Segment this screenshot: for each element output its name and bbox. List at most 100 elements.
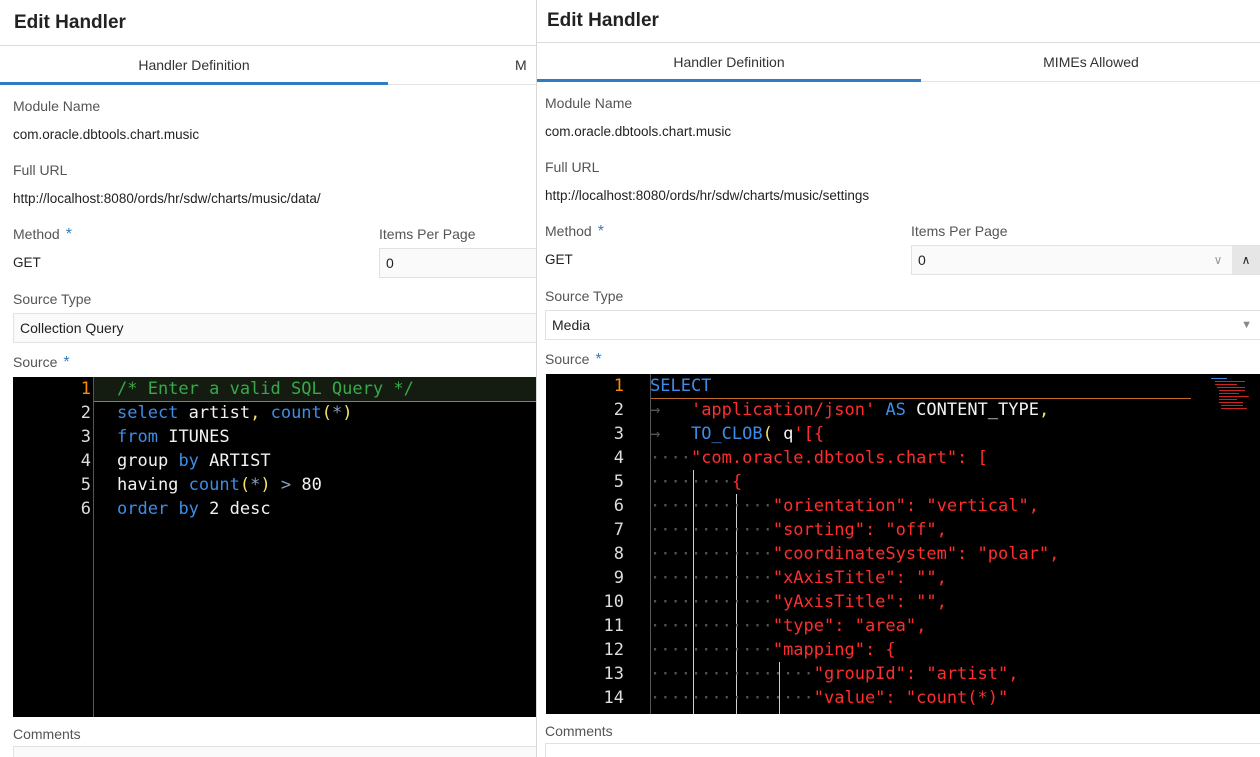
full-url-label: Full URL bbox=[545, 159, 600, 175]
panel-title: Edit Handler bbox=[14, 12, 126, 33]
source-code-editor[interactable]: 1 2 3 4 5 6 /* Enter a valid SQL Query *… bbox=[13, 377, 536, 717]
identifier: ARTIST bbox=[209, 451, 271, 471]
line-number: 6 bbox=[80, 499, 91, 519]
chevron-up-icon[interactable]: ∧ bbox=[1232, 246, 1260, 274]
function: TO_CLOB bbox=[690, 424, 763, 444]
code-line-2: → 'application/json' AS CONTENT_TYPE, bbox=[650, 400, 1050, 420]
line-number: 11 bbox=[603, 616, 624, 636]
line-number: 3 bbox=[613, 424, 624, 444]
tab-handler-definition[interactable]: Handler Definition bbox=[537, 43, 921, 82]
line-number: 2 bbox=[613, 400, 624, 420]
items-per-page-label: Items Per Page bbox=[911, 223, 1008, 239]
left-edit-handler-panel: Edit Handler Handler Definition M Module… bbox=[0, 0, 536, 757]
items-per-page-label: Items Per Page bbox=[379, 226, 476, 242]
source-type-select[interactable]: Media ▼ bbox=[545, 310, 1260, 340]
items-per-page-input[interactable]: 0 ∨ ∧ bbox=[911, 245, 1260, 275]
string: { bbox=[731, 472, 743, 492]
code-line-5: having count(*) > 80 bbox=[117, 473, 322, 497]
punct: ( bbox=[762, 424, 773, 444]
string: 'application/json' bbox=[690, 400, 876, 420]
source-code-editor[interactable]: 1 2 3 4 5 6 7 8 9 10 11 12 13 14 SELECT … bbox=[546, 374, 1260, 714]
code-line-6: order by 2 desc bbox=[117, 497, 271, 521]
code-line-10: ············"yAxisTitle": "", bbox=[650, 592, 947, 612]
code-line-13: ················"groupId": "artist", bbox=[650, 664, 1019, 684]
source-type-select[interactable]: Collection Query bbox=[13, 313, 536, 343]
tab-handler-definition[interactable]: Handler Definition bbox=[0, 46, 388, 85]
items-per-page-value: 0 bbox=[386, 255, 394, 271]
chevron-down-icon[interactable]: ∨ bbox=[1204, 246, 1232, 274]
keyword: by bbox=[178, 451, 199, 471]
line-number: 4 bbox=[613, 448, 624, 468]
line-number: 10 bbox=[603, 592, 624, 612]
required-asterisk-icon: * bbox=[63, 354, 70, 371]
string: "type": "area", bbox=[772, 616, 927, 636]
line-number: 6 bbox=[613, 496, 624, 516]
method-label: Method * bbox=[545, 223, 604, 241]
line-number: 9 bbox=[613, 568, 624, 588]
keyword: order bbox=[117, 499, 169, 519]
identifier: CONTENT_TYPE bbox=[916, 400, 1039, 420]
sql-comment: /* Enter a valid SQL Query */ bbox=[117, 379, 414, 399]
keyword: group bbox=[117, 451, 169, 471]
string: "com.oracle.dbtools.chart": [ bbox=[690, 448, 988, 468]
line-number: 12 bbox=[603, 640, 624, 660]
code-line-9: ············"xAxisTitle": "", bbox=[650, 568, 947, 588]
module-name-label: Module Name bbox=[13, 98, 101, 114]
code-minimap[interactable] bbox=[1211, 376, 1255, 416]
string: '[{ bbox=[793, 424, 825, 444]
operator: * bbox=[250, 475, 261, 495]
method-label-text: Method bbox=[13, 226, 60, 242]
line-number: 1 bbox=[80, 379, 91, 399]
punct: ( bbox=[321, 403, 333, 423]
method-label-text: Method bbox=[545, 223, 592, 239]
required-asterisk-icon: * bbox=[597, 223, 604, 240]
line-number: 3 bbox=[80, 427, 91, 447]
string: "value": "count(*)" bbox=[813, 688, 1009, 708]
full-url-value: http://localhost:8080/ords/hr/sdw/charts… bbox=[13, 191, 321, 206]
string: "mapping": { bbox=[772, 640, 896, 660]
keyword: desc bbox=[229, 499, 271, 519]
tab-mimes-allowed[interactable]: MIMEs Allowed bbox=[921, 43, 1260, 81]
source-label-text: Source bbox=[545, 351, 590, 367]
code-line-8: ············"coordinateSystem": "polar", bbox=[650, 544, 1060, 564]
code-line-7: ············"sorting": "off", bbox=[650, 520, 947, 540]
comments-label: Comments bbox=[545, 723, 613, 739]
code-line-11: ············"type": "area", bbox=[650, 616, 927, 636]
punct: ) bbox=[342, 403, 353, 423]
method-label: Method * bbox=[13, 226, 72, 244]
keyword: having bbox=[117, 475, 179, 495]
line-number: 8 bbox=[613, 544, 624, 564]
line-number: 7 bbox=[613, 520, 624, 540]
code-line-12: ············"mapping": { bbox=[650, 640, 896, 660]
module-name-label: Module Name bbox=[545, 95, 633, 111]
comments-input[interactable] bbox=[13, 746, 536, 757]
module-name-value: com.oracle.dbtools.chart.music bbox=[13, 127, 200, 142]
items-per-page-input[interactable]: 0 bbox=[379, 248, 536, 278]
line-number: 14 bbox=[603, 688, 624, 708]
tab-mimes-allowed[interactable]: M bbox=[515, 46, 536, 84]
function: count bbox=[188, 475, 240, 495]
number: 80 bbox=[301, 475, 322, 495]
identifier: artist bbox=[188, 403, 251, 423]
number: 2 bbox=[209, 499, 220, 519]
string: "yAxisTitle": "", bbox=[772, 592, 947, 612]
source-type-value: Collection Query bbox=[20, 320, 124, 336]
code-line-2: select artist, count(*) bbox=[117, 401, 353, 425]
source-type-label: Source Type bbox=[13, 291, 92, 307]
comments-input[interactable] bbox=[545, 743, 1260, 757]
source-type-label: Source Type bbox=[545, 288, 624, 304]
dropdown-caret-icon: ▼ bbox=[1241, 319, 1252, 331]
required-asterisk-icon: * bbox=[65, 226, 72, 243]
line-number: 2 bbox=[80, 403, 91, 423]
source-label: Source * bbox=[545, 351, 602, 369]
line-number: 5 bbox=[613, 472, 624, 492]
code-line-1: SELECT bbox=[650, 374, 711, 398]
comments-label: Comments bbox=[13, 726, 81, 742]
string: "xAxisTitle": "", bbox=[772, 568, 947, 588]
code-line-4: ····"com.oracle.dbtools.chart": [ bbox=[650, 448, 988, 468]
string: "groupId": "artist", bbox=[813, 664, 1019, 684]
identifier: q bbox=[783, 424, 794, 444]
string: "sorting": "off", bbox=[772, 520, 947, 540]
method-value: GET bbox=[13, 255, 41, 270]
panel-title: Edit Handler bbox=[547, 10, 659, 31]
